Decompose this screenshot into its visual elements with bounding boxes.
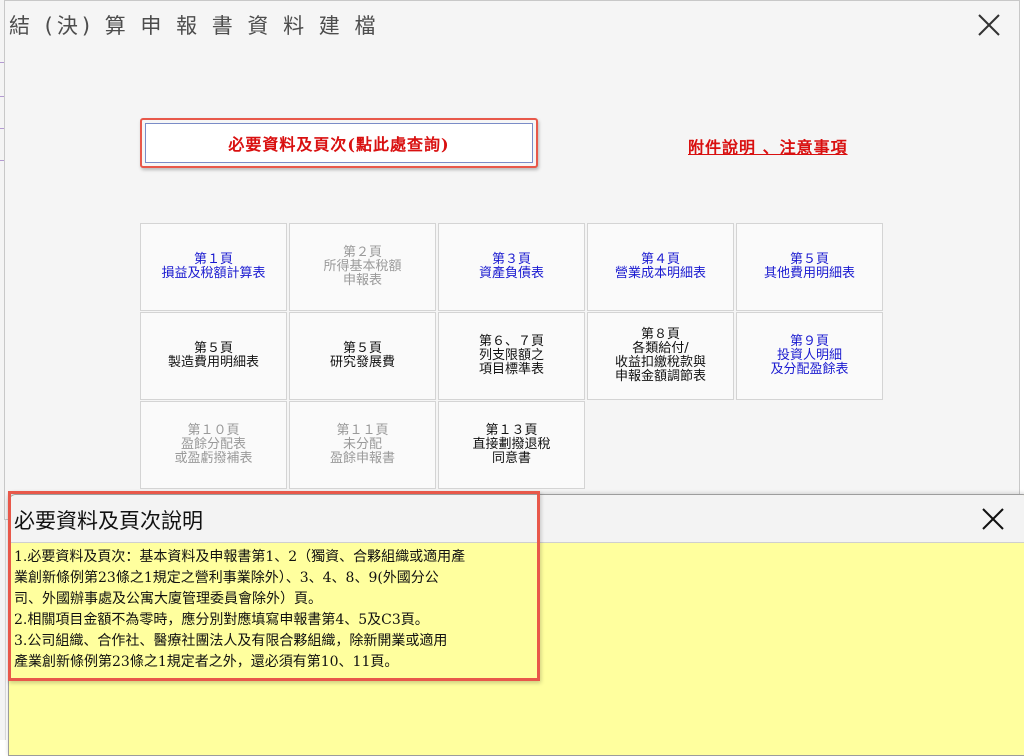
required-data-button-label: 必要資料及頁次(點此處查詢) bbox=[145, 123, 533, 163]
notes-close-button[interactable] bbox=[977, 503, 1009, 535]
empty-slot bbox=[736, 401, 883, 489]
page-button[interactable]: 第１頁 損益及稅額計算表 bbox=[140, 223, 287, 311]
page-button[interactable]: 第５頁 其他費用明細表 bbox=[736, 223, 883, 311]
page-button[interactable]: 第５頁 研究發展費 bbox=[289, 312, 436, 400]
page-button[interactable]: 第５頁 製造費用明細表 bbox=[140, 312, 287, 400]
required-data-button[interactable]: 必要資料及頁次(點此處查詢) bbox=[140, 118, 538, 168]
page-button[interactable]: 第６、７頁 列支限額之 項目標準表 bbox=[438, 312, 585, 400]
page-button[interactable]: 第１０頁 盈餘分配表 或盈虧撥補表 bbox=[140, 401, 287, 489]
note-line: 業創新條例第23條之1規定之營利事業除外）、3、4、8、9(外國分公 bbox=[14, 570, 439, 586]
note-line: 1.必要資料及頁次：基本資料及申報書第1、2（獨資、合夥組織或適用產 bbox=[14, 549, 466, 565]
note-line: 產業創新條例第23條之1規定者之外，還必須有第10、11頁。 bbox=[14, 654, 399, 670]
page-button[interactable]: 第１３頁 直接劃撥退稅 同意書 bbox=[438, 401, 585, 489]
close-icon bbox=[982, 508, 1004, 530]
notes-dialog-title: 必要資料及頁次說明 bbox=[14, 509, 203, 533]
notes-dialog-header: 必要資料及頁次說明 bbox=[9, 495, 1024, 543]
close-icon bbox=[978, 14, 1000, 36]
note-line: 3.公司組織、合作社、醫療社團法人及有限合夥組織，除新開業或適用 bbox=[14, 633, 448, 649]
attachment-notes-link[interactable]: 附件說明 、注意事項 bbox=[688, 134, 848, 158]
page-button[interactable]: 第８頁 各類給付/ 收益扣繳稅款與 申報金額調節表 bbox=[587, 312, 734, 400]
note-line: 2.相關項目金額不為零時，應分別對應填寫申報書第4、5及C3頁。 bbox=[14, 612, 429, 628]
page-button[interactable]: 第２頁 所得基本稅額 申報表 bbox=[289, 223, 436, 311]
page-button-grid: 第１頁 損益及稅額計算表 第２頁 所得基本稅額 申報表 第３頁 資產負債表 第４… bbox=[140, 223, 883, 489]
notes-dialog-body: 1.必要資料及頁次：基本資料及申報書第1、2（獨資、合夥組織或適用產 業創新條例… bbox=[14, 547, 554, 673]
page-button[interactable]: 第４頁 營業成本明細表 bbox=[587, 223, 734, 311]
close-button[interactable] bbox=[973, 9, 1005, 41]
page-button[interactable]: 第３頁 資產負債表 bbox=[438, 223, 585, 311]
note-line: 司、外國辦事處及公寓大廈管理委員會除外）頁。 bbox=[14, 591, 322, 607]
notes-dialog: 必要資料及頁次說明 1.必要資料及頁次：基本資料及申報書第1、2（獨資、合夥組織… bbox=[8, 494, 1024, 756]
empty-slot bbox=[587, 401, 734, 489]
page-button[interactable]: 第１１頁 未分配 盈餘申報書 bbox=[289, 401, 436, 489]
main-dialog: 結 (決) 算 申 報 書 資 料 建 檔 必要資料及頁次(點此處查詢) 附件說… bbox=[4, 0, 1020, 520]
page-button[interactable]: 第９頁 投資人明細 及分配盈餘表 bbox=[736, 312, 883, 400]
window-title: 結 (決) 算 申 報 書 資 料 建 檔 bbox=[9, 14, 380, 38]
